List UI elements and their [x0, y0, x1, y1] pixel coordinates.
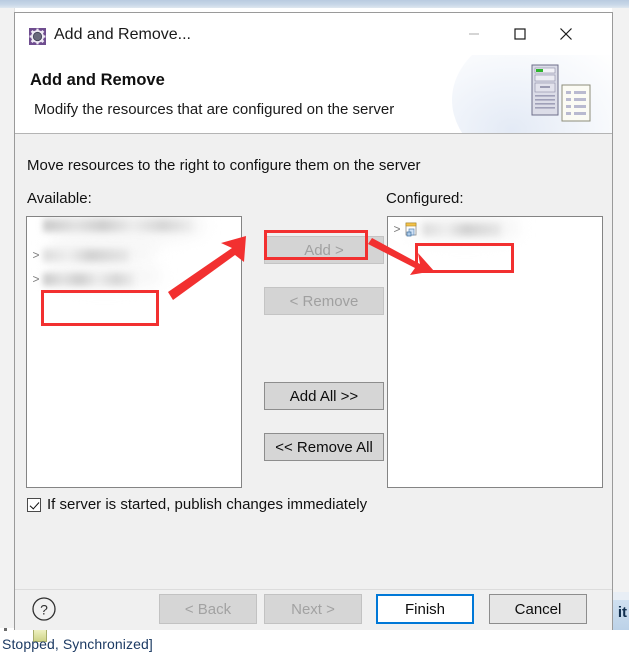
list-item[interactable]: > — [390, 219, 501, 239]
configured-list[interactable]: > — [387, 216, 603, 488]
add-all-button-label: Add All >> — [289, 387, 359, 405]
remove-button-label: < Remove — [289, 292, 359, 310]
list-item-label — [43, 272, 135, 286]
ide-top-band — [0, 0, 629, 8]
dialog-title: Add and Remove... — [54, 26, 191, 43]
add-and-remove-dialog: Add and Remove... Add and Remove Modify … — [14, 12, 613, 630]
minimize-icon — [469, 33, 479, 35]
banner-title: Add and Remove — [30, 71, 165, 89]
cancel-button-label: Cancel — [514, 600, 562, 618]
add-button[interactable]: Add > — [264, 236, 384, 264]
dialog-banner: Add and Remove Modify the resources that… — [15, 55, 612, 133]
help-icon[interactable]: ? — [31, 596, 57, 622]
list-item-label — [43, 218, 193, 232]
server-and-document-icon — [520, 61, 600, 127]
close-button[interactable] — [543, 13, 589, 55]
list-item-label — [43, 248, 129, 262]
cancel-button[interactable]: Cancel — [489, 594, 587, 624]
remove-all-button-label: << Remove All — [275, 438, 373, 456]
finish-button[interactable]: Finish — [376, 594, 474, 624]
back-button-label: < Back — [184, 600, 232, 618]
banner-subtitle: Modify the resources that are configured… — [34, 101, 395, 118]
maximize-icon — [514, 28, 526, 40]
configured-label: Configured: — [386, 190, 464, 207]
ide-marker-dot — [4, 628, 7, 631]
ide-right-panel-top — [612, 592, 629, 600]
chevron-right-icon[interactable]: > — [390, 219, 404, 239]
list-item[interactable] — [29, 217, 193, 235]
svg-text:?: ? — [40, 602, 48, 618]
add-all-button[interactable]: Add All >> — [264, 382, 384, 410]
ide-right-tab-text: it — [617, 604, 627, 621]
next-button-label: Next > — [291, 600, 335, 618]
chevron-right-icon[interactable]: > — [29, 245, 43, 265]
maximize-button[interactable] — [497, 13, 543, 55]
publish-immediately-checkbox[interactable]: If server is started, publish changes im… — [27, 496, 367, 513]
ide-right-strip — [612, 8, 629, 654]
screen: Stopped, Synchronized] it Add and Remove… — [0, 0, 629, 654]
available-label: Available: — [27, 190, 92, 207]
minimize-button[interactable] — [451, 13, 497, 55]
dialog-body: Move resources to the right to configure… — [15, 134, 612, 589]
finish-button-label: Finish — [404, 600, 445, 618]
next-button[interactable]: Next > — [264, 594, 362, 624]
dialog-titlebar: Add and Remove... — [15, 13, 612, 55]
list-item-label — [423, 222, 501, 236]
chevron-right-icon[interactable]: > — [29, 269, 43, 289]
publish-immediately-label: If server is started, publish changes im… — [47, 496, 368, 513]
dialog-footer: ? < Back Next > Finish Cancel — [15, 589, 612, 630]
remove-all-button[interactable]: << Remove All — [264, 433, 384, 461]
close-icon — [560, 28, 572, 40]
list-item[interactable]: > — [29, 269, 135, 289]
instruction-text: Move resources to the right to configure… — [27, 157, 421, 174]
ide-left-strip — [0, 8, 15, 654]
available-list[interactable]: > > — [26, 216, 242, 488]
project-icon — [404, 221, 420, 237]
remove-button[interactable]: < Remove — [264, 287, 384, 315]
back-button[interactable]: < Back — [159, 594, 257, 624]
checkbox-check-icon[interactable] — [27, 497, 41, 512]
add-button-label: Add > — [304, 241, 344, 259]
list-item[interactable]: > — [29, 245, 129, 265]
ide-status-text: Stopped, Synchronized] — [2, 636, 153, 652]
gear-icon — [29, 28, 46, 45]
